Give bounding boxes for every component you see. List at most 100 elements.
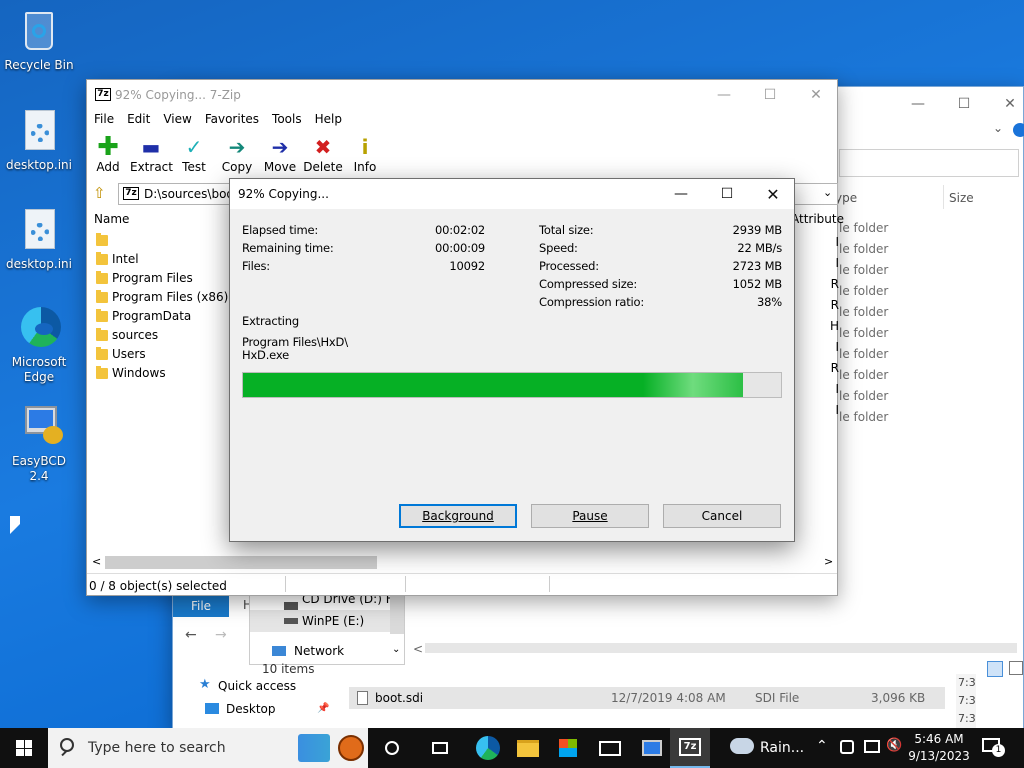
nav-quick-access[interactable]: Quick access — [218, 679, 296, 693]
timeline-button[interactable] — [420, 728, 460, 768]
column-divider — [943, 185, 944, 209]
toolbar-delete-button[interactable]: ✖ Delete — [302, 134, 344, 174]
clock-time[interactable]: 5:46 AM — [908, 732, 970, 746]
explorer-close-button[interactable]: ✕ — [987, 89, 1024, 119]
menu-file[interactable]: File — [94, 112, 114, 126]
help-icon[interactable] — [1013, 123, 1024, 137]
toolbar-label: Extract — [130, 160, 173, 174]
time-fragment: 7:3 — [958, 676, 976, 689]
file-row-boot-sdi[interactable]: boot.sdi 12/7/2019 4:08 AM SDI File 3,09… — [349, 687, 945, 709]
column-header-attributes[interactable]: Attribute — [791, 212, 844, 226]
sevenzip-maximize-button[interactable]: ☐ — [747, 80, 793, 110]
notification-center-button[interactable]: 1 — [980, 736, 1005, 758]
taskbar-7zip[interactable]: 7z — [670, 728, 710, 768]
list-item[interactable]: Intel — [96, 250, 228, 269]
file-name: boot.sdi — [375, 691, 424, 705]
chevron-left-icon[interactable]: < — [92, 555, 101, 568]
explorer-maximize-button[interactable]: ☐ — [941, 89, 987, 119]
desktop-icon-label: EasyBCD 2.4 — [12, 454, 66, 483]
chevron-right-icon[interactable]: > — [824, 555, 833, 568]
file-icon — [357, 691, 368, 705]
menu-edit[interactable]: Edit — [127, 112, 150, 126]
dialog-minimize-button[interactable]: — — [658, 179, 704, 209]
clock-date[interactable]: 9/13/2023 — [908, 749, 970, 763]
explorer-search-box[interactable] — [839, 149, 1019, 177]
desktop-icon-easybcd[interactable]: EasyBCD 2.4 — [1, 404, 77, 484]
chevron-left-icon[interactable]: < — [413, 642, 423, 656]
current-path-line1: Program Files\HxD\ — [242, 335, 348, 349]
column-header-type[interactable]: ype — [835, 191, 857, 205]
nav-item-winpe[interactable]: WinPE (E:) — [302, 614, 364, 628]
explorer-minimize-button[interactable]: — — [895, 89, 941, 119]
list-item[interactable] — [96, 231, 228, 250]
sevenzip-close-button[interactable]: ✕ — [793, 80, 839, 110]
list-item[interactable]: Windows — [96, 364, 228, 383]
taskbar-file-explorer[interactable] — [508, 728, 548, 768]
dialog-maximize-button[interactable]: ☐ — [704, 179, 750, 209]
forward-arrow-icon[interactable]: → — [215, 627, 227, 643]
type-cell: le folder — [839, 284, 889, 298]
toolbar-add-button[interactable]: ✚ Add — [87, 134, 129, 174]
chevron-up-icon[interactable]: ⌃ — [816, 738, 828, 754]
ratio-label: Compression ratio: — [539, 295, 645, 309]
view-tiles-icon[interactable] — [1009, 661, 1023, 675]
weather-text[interactable]: Rain... — [760, 740, 804, 756]
sevenzip-minimize-button[interactable]: — — [701, 80, 747, 110]
toolbar-extract-button[interactable]: ▬ Extract — [130, 134, 173, 174]
menu-help[interactable]: Help — [315, 112, 342, 126]
elapsed-label: Elapsed time: — [242, 223, 319, 237]
type-cell: le folder — [839, 242, 889, 256]
path-input[interactable]: D:\sources\boot — [144, 187, 238, 201]
taskbar-easybcd[interactable] — [632, 728, 672, 768]
nav-item-network[interactable]: Network — [294, 644, 344, 658]
column-header-size[interactable]: Size — [949, 191, 974, 205]
list-item[interactable]: Program Files — [96, 269, 228, 288]
menu-view[interactable]: View — [163, 112, 191, 126]
taskbar-store[interactable] — [548, 728, 588, 768]
taskbar-mail[interactable] — [590, 728, 630, 768]
network-icon[interactable] — [864, 740, 880, 753]
column-header-name[interactable]: Name — [94, 212, 129, 226]
chevron-down-icon[interactable]: ⌄ — [392, 644, 400, 655]
desktop-icon-recycle-bin[interactable]: Recycle Bin — [1, 8, 77, 73]
list-item[interactable]: Program Files (x86) — [96, 288, 228, 307]
nav-desktop[interactable]: Desktop — [226, 702, 276, 716]
toolbar-move-button[interactable]: ➔ Move — [259, 134, 301, 174]
view-details-icon[interactable] — [987, 661, 1003, 677]
background-button[interactable]: Background — [399, 504, 517, 528]
folder-icon — [517, 739, 539, 757]
chevron-down-icon[interactable]: ⌄ — [823, 186, 832, 199]
taskbar-search[interactable]: Type here to search — [48, 728, 368, 768]
list-item[interactable]: sources — [96, 326, 228, 345]
up-folder-icon[interactable]: ⇧ — [93, 184, 106, 202]
menu-favorites[interactable]: Favorites — [205, 112, 259, 126]
ribbon-file-tab[interactable]: File — [173, 595, 229, 617]
list-item[interactable]: Users — [96, 345, 228, 364]
list-item[interactable]: ProgramData — [96, 307, 228, 326]
toolbar-info-button[interactable]: i Info — [344, 134, 386, 174]
progress-bar-fill — [243, 373, 744, 397]
volume-muted-icon[interactable]: 🔇 — [886, 738, 902, 753]
pause-button[interactable]: Pause — [531, 504, 649, 528]
basketball-icon — [338, 735, 364, 761]
nav-scrollbar[interactable] — [390, 596, 404, 634]
toolbar-copy-button[interactable]: ➔ Copy — [216, 134, 258, 174]
task-view-button[interactable] — [372, 728, 412, 768]
hscrollbar-thumb[interactable] — [105, 556, 377, 569]
desktop-icon-edge[interactable]: Microsoft Edge — [1, 305, 77, 385]
taskbar-edge[interactable] — [466, 728, 510, 768]
toolbar-test-button[interactable]: ✓ Test — [173, 134, 215, 174]
explorer-hscrollbar[interactable] — [425, 643, 1017, 653]
back-arrow-icon[interactable]: ← — [185, 627, 197, 643]
compressed-value: 1052 MB — [732, 277, 783, 291]
chevron-down-icon[interactable]: ⌄ — [993, 121, 1003, 135]
meet-icon[interactable] — [840, 740, 854, 754]
desktop-icon-desktop-ini-1[interactable]: desktop.ini — [1, 108, 77, 173]
items-count: 10 items — [262, 662, 315, 676]
menu-tools[interactable]: Tools — [272, 112, 302, 126]
progress-dialog[interactable]: 92% Copying... — ☐ ✕ Elapsed time: 00:02… — [229, 178, 795, 542]
start-button[interactable] — [0, 728, 48, 768]
dialog-close-button[interactable]: ✕ — [750, 179, 796, 209]
cancel-button[interactable]: Cancel — [663, 504, 781, 528]
desktop-icon-desktop-ini-2[interactable]: desktop.ini — [1, 207, 77, 272]
